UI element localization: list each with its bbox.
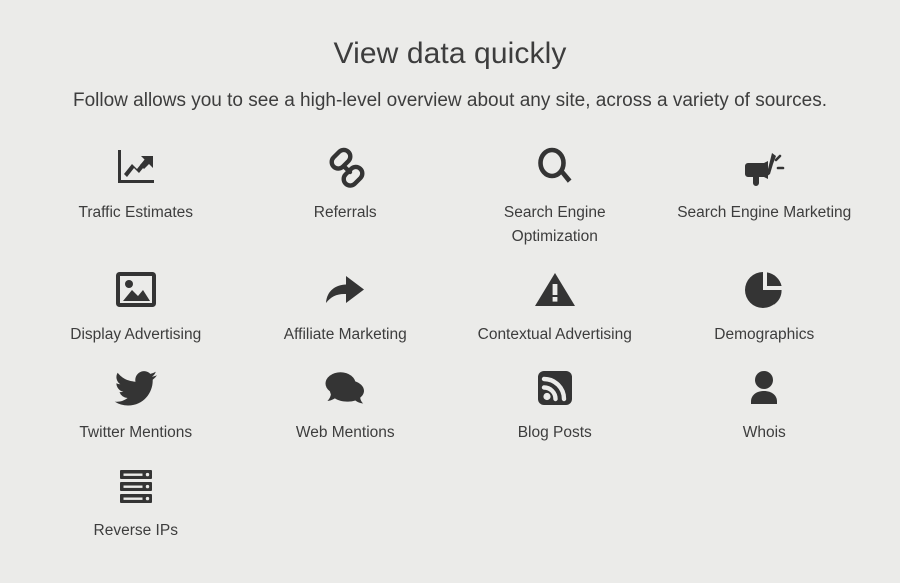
feature-overview-page: View data quickly Follow allows you to s… (0, 0, 900, 583)
line-chart-up-icon (31, 145, 241, 191)
megaphone-icon (660, 145, 870, 191)
feature-label: Traffic Estimates (78, 204, 194, 221)
feature-item-demographics[interactable]: Demographics (660, 267, 870, 365)
feature-label: Web Mentions (295, 424, 395, 441)
feature-label: Contextual Advertising (477, 326, 632, 343)
page-subtitle: Follow allows you to see a high-level ov… (72, 90, 828, 111)
feature-label: Demographics (714, 326, 815, 343)
feature-item-traffic-estimates[interactable]: Traffic Estimates (31, 145, 241, 267)
pie-chart-icon (660, 267, 870, 313)
rss-feed-icon (450, 365, 660, 411)
feature-item-search-engine-optimization[interactable]: Search Engine Optimization (450, 145, 660, 267)
feature-item-blog-posts[interactable]: Blog Posts (450, 365, 660, 463)
feature-grid: Traffic Estimates Referrals Search Engin… (31, 115, 869, 561)
feature-label: Display Advertising (70, 326, 202, 343)
feature-label: Whois (742, 424, 786, 441)
feature-item-search-engine-marketing[interactable]: Search Engine Marketing (660, 145, 870, 267)
feature-item-display-advertising[interactable]: Display Advertising (31, 267, 241, 365)
feature-label: Search Engine Optimization (503, 204, 606, 245)
user-person-icon (660, 365, 870, 411)
feature-item-twitter-mentions[interactable]: Twitter Mentions (31, 365, 241, 463)
feature-item-affiliate-marketing[interactable]: Affiliate Marketing (241, 267, 451, 365)
chain-link-icon (241, 145, 451, 191)
feature-label: Twitter Mentions (79, 424, 193, 441)
feature-item-referrals[interactable]: Referrals (241, 145, 451, 267)
feature-item-whois[interactable]: Whois (660, 365, 870, 463)
speech-bubbles-icon (241, 365, 451, 411)
picture-icon (31, 267, 241, 313)
server-rack-icon (31, 463, 241, 509)
feature-label: Referrals (313, 204, 377, 221)
feature-label: Search Engine Marketing (677, 204, 852, 221)
feature-item-web-mentions[interactable]: Web Mentions (241, 365, 451, 463)
feature-label: Affiliate Marketing (283, 326, 407, 343)
feature-label: Reverse IPs (93, 522, 178, 539)
feature-label: Blog Posts (517, 424, 592, 441)
page-title: View data quickly (333, 37, 567, 70)
share-arrow-icon (241, 267, 451, 313)
feature-item-contextual-advertising[interactable]: Contextual Advertising (450, 267, 660, 365)
warning-triangle-icon (450, 267, 660, 313)
twitter-bird-icon (31, 365, 241, 411)
magnifying-glass-icon (450, 145, 660, 191)
feature-item-reverse-ips[interactable]: Reverse IPs (31, 463, 241, 561)
